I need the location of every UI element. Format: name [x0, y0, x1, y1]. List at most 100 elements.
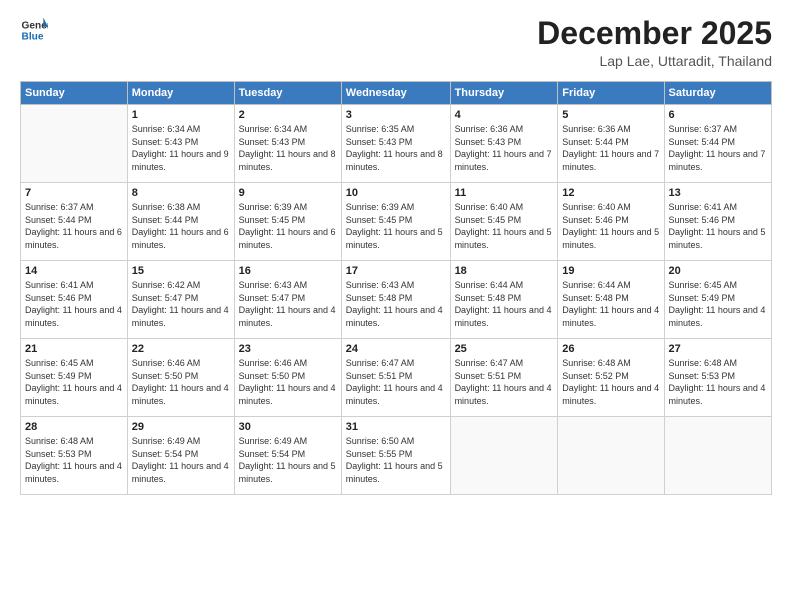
table-row: 27Sunrise: 6:48 AMSunset: 5:53 PMDayligh…	[664, 339, 771, 417]
day-info: Sunrise: 6:39 AMSunset: 5:45 PMDaylight:…	[346, 201, 446, 251]
day-info: Sunrise: 6:48 AMSunset: 5:52 PMDaylight:…	[562, 357, 659, 407]
table-row: 25Sunrise: 6:47 AMSunset: 5:51 PMDayligh…	[450, 339, 558, 417]
day-number: 21	[25, 343, 123, 355]
page: General Blue December 2025 Lap Lae, Utta…	[0, 0, 792, 612]
day-info: Sunrise: 6:37 AMSunset: 5:44 PMDaylight:…	[669, 123, 767, 173]
day-number: 26	[562, 343, 659, 355]
week-row-4: 28Sunrise: 6:48 AMSunset: 5:53 PMDayligh…	[21, 417, 772, 495]
day-info: Sunrise: 6:43 AMSunset: 5:48 PMDaylight:…	[346, 279, 446, 329]
day-number: 2	[239, 109, 337, 121]
day-info: Sunrise: 6:39 AMSunset: 5:45 PMDaylight:…	[239, 201, 337, 251]
day-info: Sunrise: 6:41 AMSunset: 5:46 PMDaylight:…	[25, 279, 123, 329]
table-row: 16Sunrise: 6:43 AMSunset: 5:47 PMDayligh…	[234, 261, 341, 339]
day-number: 25	[455, 343, 554, 355]
header: General Blue December 2025 Lap Lae, Utta…	[20, 16, 772, 69]
table-row: 7 Sunrise: 6:37 AMSunset: 5:44 PMDaylight…	[21, 183, 128, 261]
day-number: 7	[25, 187, 123, 199]
day-number: 6	[669, 109, 767, 121]
col-saturday: Saturday	[664, 82, 771, 105]
day-info: Sunrise: 6:35 AMSunset: 5:43 PMDaylight:…	[346, 123, 446, 173]
subtitle: Lap Lae, Uttaradit, Thailand	[537, 53, 772, 69]
table-row: 19 Sunrise: 6:44 AMSunset: 5:48 PMDayligh…	[558, 261, 664, 339]
table-row: 2Sunrise: 6:34 AMSunset: 5:43 PMDaylight…	[234, 105, 341, 183]
table-row	[450, 417, 558, 495]
calendar-table: Sunday Monday Tuesday Wednesday Thursday…	[20, 81, 772, 495]
header-row: Sunday Monday Tuesday Wednesday Thursday…	[21, 82, 772, 105]
table-row: 1 Sunrise: 6:34 AMSunset: 5:43 PMDaylight…	[127, 105, 234, 183]
day-number: 1	[132, 109, 230, 121]
day-info: Sunrise: 6:45 AMSunset: 5:49 PMDaylight:…	[25, 357, 123, 407]
table-row: 4Sunrise: 6:36 AMSunset: 5:43 PMDaylight…	[450, 105, 558, 183]
week-row-3: 21 Sunrise: 6:45 AMSunset: 5:49 PMDayligh…	[21, 339, 772, 417]
day-info: Sunrise: 6:40 AMSunset: 5:45 PMDaylight:…	[455, 201, 554, 251]
day-info: Sunrise: 6:48 AMSunset: 5:53 PMDaylight:…	[669, 357, 767, 407]
day-info: Sunrise: 6:42 AMSunset: 5:47 PMDaylight:…	[132, 279, 230, 329]
table-row: 28Sunrise: 6:48 AMSunset: 5:53 PMDayligh…	[21, 417, 128, 495]
table-row: 22 Sunrise: 6:46 AMSunset: 5:50 PMDayligh…	[127, 339, 234, 417]
day-info: Sunrise: 6:46 AMSunset: 5:50 PMDaylight:…	[132, 357, 230, 407]
table-row: 3 Sunrise: 6:35 AMSunset: 5:43 PMDaylight…	[341, 105, 450, 183]
day-info: Sunrise: 6:45 AMSunset: 5:49 PMDaylight:…	[669, 279, 767, 329]
col-friday: Friday	[558, 82, 664, 105]
day-number: 24	[346, 343, 446, 355]
table-row	[664, 417, 771, 495]
day-info: Sunrise: 6:44 AMSunset: 5:48 PMDaylight:…	[562, 279, 659, 329]
col-tuesday: Tuesday	[234, 82, 341, 105]
day-info: Sunrise: 6:36 AMSunset: 5:43 PMDaylight:…	[455, 123, 554, 173]
day-number: 20	[669, 265, 767, 277]
table-row: 31 Sunrise: 6:50 AMSunset: 5:55 PMDayligh…	[341, 417, 450, 495]
day-info: Sunrise: 6:50 AMSunset: 5:55 PMDaylight:…	[346, 435, 446, 485]
day-number: 8	[132, 187, 230, 199]
week-row-1: 7 Sunrise: 6:37 AMSunset: 5:44 PMDaylight…	[21, 183, 772, 261]
day-number: 15	[132, 265, 230, 277]
table-row: 8 Sunrise: 6:38 AMSunset: 5:44 PMDaylight…	[127, 183, 234, 261]
week-row-0: 1 Sunrise: 6:34 AMSunset: 5:43 PMDaylight…	[21, 105, 772, 183]
day-number: 17	[346, 265, 446, 277]
day-number: 30	[239, 421, 337, 433]
day-number: 23	[239, 343, 337, 355]
day-info: Sunrise: 6:38 AMSunset: 5:44 PMDaylight:…	[132, 201, 230, 251]
day-number: 18	[455, 265, 554, 277]
day-info: Sunrise: 6:40 AMSunset: 5:46 PMDaylight:…	[562, 201, 659, 251]
day-info: Sunrise: 6:41 AMSunset: 5:46 PMDaylight:…	[669, 201, 767, 251]
month-title: December 2025	[537, 16, 772, 51]
day-number: 22	[132, 343, 230, 355]
table-row: 14 Sunrise: 6:41 AMSunset: 5:46 PMDayligh…	[21, 261, 128, 339]
day-number: 11	[455, 187, 554, 199]
day-number: 3	[346, 109, 446, 121]
table-row: 13Sunrise: 6:41 AMSunset: 5:46 PMDayligh…	[664, 183, 771, 261]
col-wednesday: Wednesday	[341, 82, 450, 105]
day-info: Sunrise: 6:49 AMSunset: 5:54 PMDaylight:…	[239, 435, 337, 485]
day-number: 29	[132, 421, 230, 433]
table-row: 21 Sunrise: 6:45 AMSunset: 5:49 PMDayligh…	[21, 339, 128, 417]
week-row-2: 14 Sunrise: 6:41 AMSunset: 5:46 PMDayligh…	[21, 261, 772, 339]
day-info: Sunrise: 6:49 AMSunset: 5:54 PMDaylight:…	[132, 435, 230, 485]
table-row: 12 Sunrise: 6:40 AMSunset: 5:46 PMDayligh…	[558, 183, 664, 261]
table-row	[558, 417, 664, 495]
table-row: 9Sunrise: 6:39 AMSunset: 5:45 PMDaylight…	[234, 183, 341, 261]
day-number: 31	[346, 421, 446, 433]
table-row: 6 Sunrise: 6:37 AMSunset: 5:44 PMDaylight…	[664, 105, 771, 183]
day-number: 12	[562, 187, 659, 199]
day-number: 19	[562, 265, 659, 277]
day-number: 5	[562, 109, 659, 121]
table-row: 24Sunrise: 6:47 AMSunset: 5:51 PMDayligh…	[341, 339, 450, 417]
col-sunday: Sunday	[21, 82, 128, 105]
day-info: Sunrise: 6:46 AMSunset: 5:50 PMDaylight:…	[239, 357, 337, 407]
table-row: 11 Sunrise: 6:40 AMSunset: 5:45 PMDayligh…	[450, 183, 558, 261]
table-row: 5 Sunrise: 6:36 AMSunset: 5:44 PMDaylight…	[558, 105, 664, 183]
day-number: 14	[25, 265, 123, 277]
day-info: Sunrise: 6:44 AMSunset: 5:48 PMDaylight:…	[455, 279, 554, 329]
day-info: Sunrise: 6:36 AMSunset: 5:44 PMDaylight:…	[562, 123, 659, 173]
table-row: 10 Sunrise: 6:39 AMSunset: 5:45 PMDayligh…	[341, 183, 450, 261]
logo: General Blue	[20, 16, 48, 44]
table-row: 15 Sunrise: 6:42 AMSunset: 5:47 PMDayligh…	[127, 261, 234, 339]
day-info: Sunrise: 6:34 AMSunset: 5:43 PMDaylight:…	[132, 123, 230, 173]
col-thursday: Thursday	[450, 82, 558, 105]
day-number: 16	[239, 265, 337, 277]
day-info: Sunrise: 6:37 AMSunset: 5:44 PMDaylight:…	[25, 201, 123, 251]
day-number: 10	[346, 187, 446, 199]
svg-text:Blue: Blue	[22, 31, 44, 42]
title-block: December 2025 Lap Lae, Uttaradit, Thaila…	[537, 16, 772, 69]
table-row: 17 Sunrise: 6:43 AMSunset: 5:48 PMDayligh…	[341, 261, 450, 339]
